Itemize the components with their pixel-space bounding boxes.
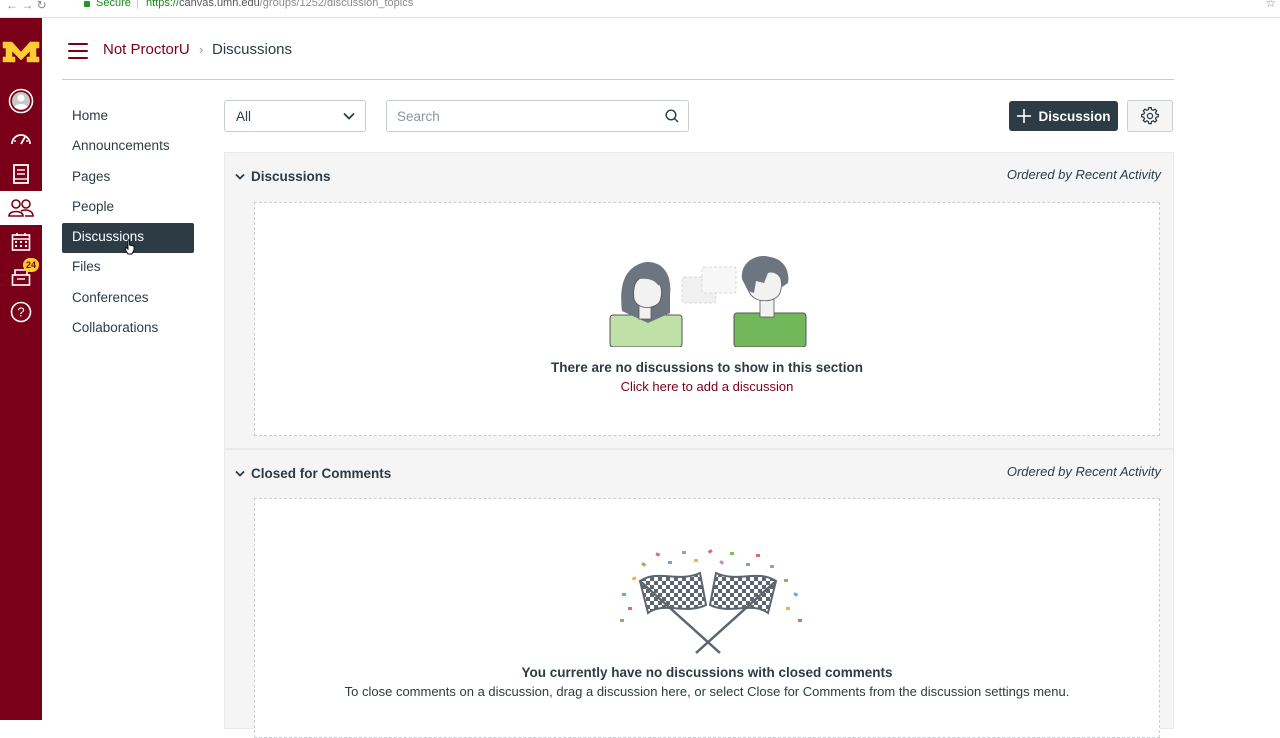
search-box <box>386 100 689 132</box>
discussions-empty-title: There are no discussions to show in this… <box>550 360 864 375</box>
course-nav-home[interactable]: Home <box>62 102 194 132</box>
discussions-sort-order: Ordered by Recent Activity <box>1006 167 1161 182</box>
closed-section-toggle[interactable]: Closed for Comments <box>235 466 391 481</box>
discussion-filter-select[interactable]: All <box>224 100 366 132</box>
closed-empty-title: You currently have no discussions with c… <box>521 665 893 680</box>
global-nav: 24 ? <box>0 18 42 720</box>
browser-toolbar: ← → ↻ Secure https://canvas.umn.edu/grou… <box>0 0 1280 18</box>
account-avatar-icon <box>8 88 34 114</box>
closed-comments-section: Closed for Comments Ordered by Recent Ac… <box>224 449 1174 738</box>
closed-empty-instructions: To close comments on a discussion, drag … <box>344 684 1070 699</box>
calendar-icon <box>11 233 31 251</box>
courses-book-icon <box>13 164 29 184</box>
course-nav-collaborations[interactable]: Collaborations <box>62 314 194 344</box>
mouse-cursor-icon <box>124 239 135 255</box>
search-input[interactable] <box>387 101 657 131</box>
inbox-unread-badge: 24 <box>23 258 39 272</box>
hamburger-menu-icon[interactable] <box>68 43 88 59</box>
course-nav-pages[interactable]: Pages <box>62 163 194 193</box>
secure-label: Secure <box>96 0 131 9</box>
course-nav-files[interactable]: Files <box>62 253 194 283</box>
add-discussion-link[interactable]: Click here to add a discussion <box>255 379 1159 394</box>
url-path: /groups/1252/discussion_topics <box>259 0 414 9</box>
browser-nav-buttons[interactable]: ← → ↻ <box>6 0 47 11</box>
plus-icon <box>1017 109 1032 123</box>
search-icon[interactable] <box>665 109 679 123</box>
gnav-inbox[interactable]: 24 <box>0 258 42 294</box>
gnav-calendar[interactable] <box>0 225 42 259</box>
bookmark-star-icon[interactable]: ☆ <box>1265 0 1276 10</box>
closed-section-title: Closed for Comments <box>251 466 392 481</box>
course-nav-people[interactable]: People <box>62 193 194 223</box>
course-nav: Home Announcements Pages People Discussi… <box>62 102 194 344</box>
dashboard-gauge-icon <box>11 134 31 145</box>
discussions-drop-zone[interactable]: There are no discussions to show in this… <box>254 202 1160 436</box>
url-scheme: https:// <box>146 0 180 9</box>
groups-people-icon <box>8 199 34 217</box>
chevron-down-icon <box>235 470 245 477</box>
lock-icon <box>84 1 90 7</box>
url-divider <box>137 0 138 9</box>
gnav-dashboard[interactable] <box>0 121 42 155</box>
chevron-down-icon <box>235 173 245 180</box>
chevron-down-icon <box>343 112 355 120</box>
add-discussion-button[interactable]: Discussion <box>1009 101 1118 131</box>
discussions-section: Discussions Ordered by Recent Activity T… <box>224 152 1174 449</box>
address-bar[interactable]: https://canvas.umn.edu/groups/1252/discu… <box>146 0 413 9</box>
gear-icon <box>1141 107 1159 125</box>
university-logo[interactable] <box>2 38 40 64</box>
url-host: canvas.umn.edu <box>179 0 260 9</box>
checkered-flags-icon <box>620 549 802 654</box>
breadcrumb-course-link[interactable]: Not ProctorU <box>103 41 190 58</box>
gnav-help[interactable]: ? <box>0 295 42 329</box>
course-nav-announcements[interactable]: Announcements <box>62 132 194 162</box>
gnav-groups[interactable] <box>0 191 42 225</box>
closed-drop-zone[interactable]: You currently have no discussions with c… <box>254 498 1160 738</box>
gnav-courses[interactable] <box>0 157 42 191</box>
add-discussion-label: Discussion <box>1038 108 1111 124</box>
discussions-section-title: Discussions <box>251 169 331 184</box>
help-question-icon: ? <box>10 301 32 323</box>
discussions-section-toggle[interactable]: Discussions <box>235 169 331 184</box>
people-chatting-icon <box>609 255 807 347</box>
settings-button[interactable] <box>1127 100 1173 132</box>
filter-selected-value: All <box>236 109 252 124</box>
closed-sort-order: Ordered by Recent Activity <box>1006 464 1161 479</box>
breadcrumb-current: Discussions <box>212 41 293 58</box>
gnav-account[interactable] <box>0 84 42 118</box>
breadcrumb-separator: › <box>199 42 204 57</box>
svg-text:?: ? <box>17 305 24 320</box>
page-header: Not ProctorU › Discussions <box>62 30 1174 80</box>
course-nav-conferences[interactable]: Conferences <box>62 284 194 314</box>
